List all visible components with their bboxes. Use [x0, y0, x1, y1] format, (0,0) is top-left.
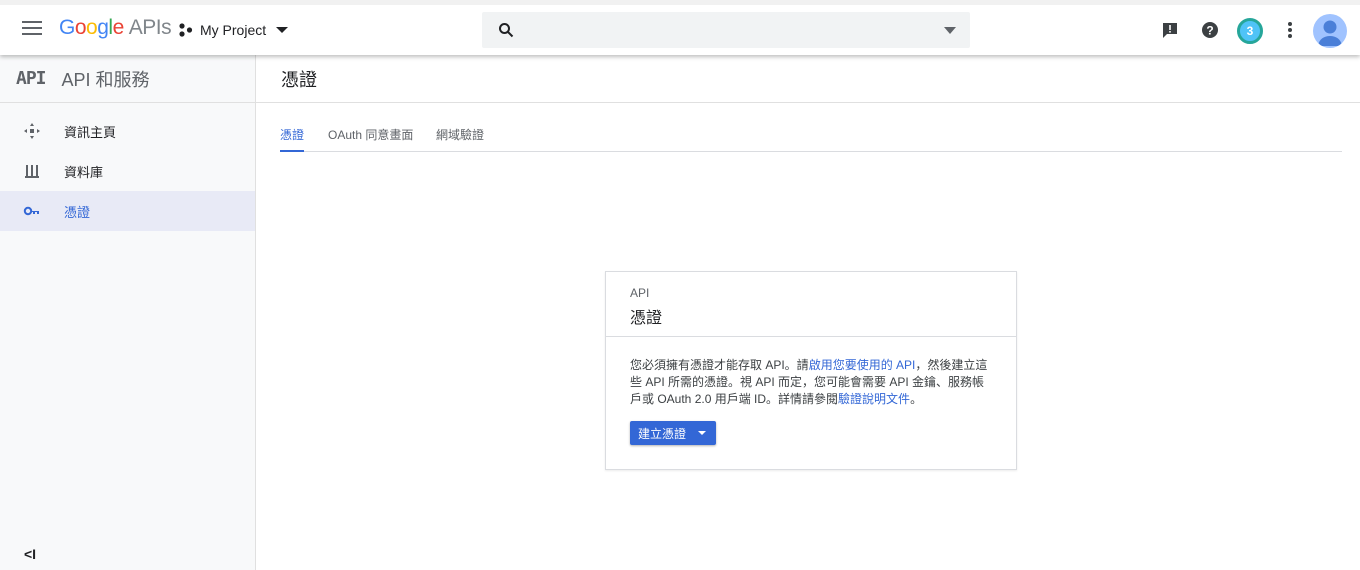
card-title: 憑證 [630, 310, 663, 327]
key-icon [23, 206, 39, 216]
more-options-icon[interactable] [1280, 20, 1300, 40]
page-header: 憑證 [256, 55, 1360, 103]
search-input[interactable] [530, 12, 930, 48]
main-content: 憑證 憑證 OAuth 同意畫面 網域驗證 API 憑證 您必須擁有憑證才能存取… [256, 55, 1360, 570]
sidebar-item-label: 資訊主頁 [64, 124, 117, 140]
tab-bar: 憑證 OAuth 同意畫面 網域驗證 [280, 126, 1342, 152]
create-credentials-label: 建立憑證 [638, 426, 687, 441]
auth-docs-link[interactable]: 驗證說明文件 [838, 392, 910, 406]
chevron-down-icon [276, 27, 289, 33]
chevron-down-icon [698, 431, 707, 435]
library-icon [25, 165, 39, 178]
card-header: API 憑證 [606, 272, 1016, 337]
search-icon [499, 23, 514, 38]
create-credentials-button[interactable]: 建立憑證 [630, 421, 717, 445]
sidebar-item-credentials[interactable]: 憑證 [0, 191, 255, 231]
sidebar-header: API API 和服務 [0, 55, 255, 103]
top-app-bar: Google APIs My Project ? 3 [0, 0, 1360, 55]
avatar[interactable] [1313, 14, 1347, 48]
search-bar[interactable] [482, 12, 970, 48]
sidebar-item-label: 資料庫 [64, 164, 104, 180]
dashboard-icon [24, 123, 40, 139]
svg-text:?: ? [1206, 24, 1213, 38]
page-title: 憑證 [281, 69, 317, 90]
enable-api-link[interactable]: 啟用您要使用的 API [809, 358, 916, 372]
sidebar-item-dashboard[interactable]: 資訊主頁 [0, 111, 255, 151]
project-name: My Project [200, 22, 267, 38]
sidebar-item-label: 憑證 [64, 204, 91, 220]
tab-domain-verification[interactable]: 網域驗證 [436, 126, 484, 152]
api-logo: API [16, 68, 46, 89]
sidebar-item-library[interactable]: 資料庫 [0, 151, 255, 191]
sidebar-title: API 和服務 [61, 69, 150, 90]
collapse-sidebar-icon[interactable]: <I [24, 546, 40, 562]
help-icon[interactable]: ? [1200, 20, 1220, 40]
search-options-dropdown-icon[interactable] [944, 27, 956, 34]
google-apis-logo[interactable]: Google APIs [59, 16, 172, 40]
card-kicker: API [630, 286, 650, 300]
project-selector[interactable]: My Project [178, 19, 289, 41]
tab-credentials[interactable]: 憑證 [280, 126, 305, 152]
tab-oauth-consent-screen[interactable]: OAuth 同意畫面 [328, 126, 413, 152]
feedback-icon[interactable] [1160, 20, 1180, 40]
sidebar: API API 和服務 資訊主頁 資料庫 憑證 <I [0, 55, 256, 570]
menu-icon[interactable] [22, 21, 42, 35]
project-icon [179, 23, 193, 37]
card-description: 您必須擁有憑證才能存取 API。請啟用您要使用的 API，然後建立這些 API … [630, 358, 988, 406]
user-icon [1318, 20, 1342, 46]
credentials-card: API 憑證 您必須擁有憑證才能存取 API。請啟用您要使用的 API，然後建立… [605, 271, 1017, 470]
notification-badge[interactable]: 3 [1237, 18, 1263, 44]
